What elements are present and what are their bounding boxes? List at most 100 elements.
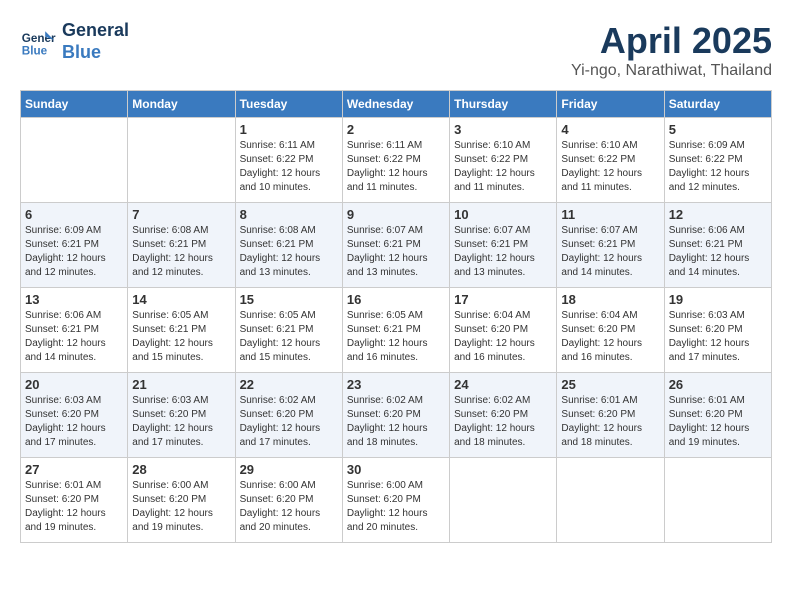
calendar-cell: 9 Sunrise: 6:07 AM Sunset: 6:21 PM Daylig…	[342, 203, 449, 288]
day-info: Sunrise: 6:03 AM Sunset: 6:20 PM Dayligh…	[25, 394, 123, 450]
calendar-cell: 26 Sunrise: 6:01 AM Sunset: 6:20 PM Dayli…	[664, 373, 771, 458]
day-number: 19	[669, 292, 767, 307]
day-number: 2	[347, 122, 445, 137]
calendar-cell	[450, 458, 557, 543]
calendar-cell: 23Sunrise: 6:02 AM Sunset: 6:20 PM Dayli…	[342, 373, 449, 458]
calendar-cell: 24Sunrise: 6:02 AM Sunset: 6:20 PM Dayli…	[450, 373, 557, 458]
location-title: Yi-ngo, Narathiwat, Thailand	[571, 62, 772, 80]
svg-text:Blue: Blue	[22, 44, 48, 57]
day-info: Sunrise: 6:02 AM Sunset: 6:20 PM Dayligh…	[240, 394, 338, 450]
calendar-cell: 5 Sunrise: 6:09 AM Sunset: 6:22 PM Daylig…	[664, 118, 771, 203]
day-number: 1	[240, 122, 338, 137]
calendar-cell: 2 Sunrise: 6:11 AM Sunset: 6:22 PM Daylig…	[342, 118, 449, 203]
day-info: Sunrise: 6:04 AM Sunset: 6:20 PM Dayligh…	[561, 309, 659, 365]
calendar-cell: 17 Sunrise: 6:04 AM Sunset: 6:20 PM Dayli…	[450, 288, 557, 373]
day-number: 13	[25, 292, 123, 307]
weekday-header-tuesday: Tuesday	[235, 91, 342, 118]
day-info: Sunrise: 6:11 AM Sunset: 6:22 PM Dayligh…	[347, 139, 445, 195]
weekday-header-friday: Friday	[557, 91, 664, 118]
calendar-cell: 25Sunrise: 6:01 AM Sunset: 6:20 PM Dayli…	[557, 373, 664, 458]
day-number: 29	[240, 462, 338, 477]
calendar-cell: 6 Sunrise: 6:09 AM Sunset: 6:21 PM Daylig…	[21, 203, 128, 288]
day-info: Sunrise: 6:03 AM Sunset: 6:20 PM Dayligh…	[669, 309, 767, 365]
calendar-cell	[128, 118, 235, 203]
calendar-cell: 7 Sunrise: 6:08 AM Sunset: 6:21 PM Daylig…	[128, 203, 235, 288]
day-info: Sunrise: 6:06 AM Sunset: 6:21 PM Dayligh…	[25, 309, 123, 365]
day-number: 4	[561, 122, 659, 137]
calendar-week-5: 27Sunrise: 6:01 AM Sunset: 6:20 PM Dayli…	[21, 458, 772, 543]
calendar-cell: 14Sunrise: 6:05 AM Sunset: 6:21 PM Dayli…	[128, 288, 235, 373]
day-number: 12	[669, 207, 767, 222]
day-info: Sunrise: 6:00 AM Sunset: 6:20 PM Dayligh…	[347, 479, 445, 535]
day-number: 6	[25, 207, 123, 222]
calendar-cell: 12 Sunrise: 6:06 AM Sunset: 6:21 PM Dayli…	[664, 203, 771, 288]
day-info: Sunrise: 6:05 AM Sunset: 6:21 PM Dayligh…	[240, 309, 338, 365]
logo: General Blue General Blue	[20, 20, 129, 63]
day-number: 28	[132, 462, 230, 477]
calendar-week-1: 1 Sunrise: 6:11 AM Sunset: 6:22 PM Daylig…	[21, 118, 772, 203]
day-number: 3	[454, 122, 552, 137]
calendar-cell: 30Sunrise: 6:00 AM Sunset: 6:20 PM Dayli…	[342, 458, 449, 543]
calendar-cell: 4 Sunrise: 6:10 AM Sunset: 6:22 PM Daylig…	[557, 118, 664, 203]
calendar-week-4: 20 Sunrise: 6:03 AM Sunset: 6:20 PM Dayli…	[21, 373, 772, 458]
calendar-cell: 1 Sunrise: 6:11 AM Sunset: 6:22 PM Daylig…	[235, 118, 342, 203]
day-info: Sunrise: 6:01 AM Sunset: 6:20 PM Dayligh…	[669, 394, 767, 450]
calendar-cell: 29 Sunrise: 6:00 AM Sunset: 6:20 PM Dayli…	[235, 458, 342, 543]
day-info: Sunrise: 6:03 AM Sunset: 6:20 PM Dayligh…	[132, 394, 230, 450]
day-number: 7	[132, 207, 230, 222]
day-info: Sunrise: 6:08 AM Sunset: 6:21 PM Dayligh…	[132, 224, 230, 280]
calendar-cell: 28 Sunrise: 6:00 AM Sunset: 6:20 PM Dayli…	[128, 458, 235, 543]
calendar-cell: 18 Sunrise: 6:04 AM Sunset: 6:20 PM Dayli…	[557, 288, 664, 373]
day-info: Sunrise: 6:07 AM Sunset: 6:21 PM Dayligh…	[454, 224, 552, 280]
day-info: Sunrise: 6:08 AM Sunset: 6:21 PM Dayligh…	[240, 224, 338, 280]
day-number: 9	[347, 207, 445, 222]
day-number: 21	[132, 377, 230, 392]
day-info: Sunrise: 6:04 AM Sunset: 6:20 PM Dayligh…	[454, 309, 552, 365]
day-info: Sunrise: 6:10 AM Sunset: 6:22 PM Dayligh…	[561, 139, 659, 195]
day-info: Sunrise: 6:05 AM Sunset: 6:21 PM Dayligh…	[132, 309, 230, 365]
calendar-cell: 11 Sunrise: 6:07 AM Sunset: 6:21 PM Dayli…	[557, 203, 664, 288]
day-info: Sunrise: 6:07 AM Sunset: 6:21 PM Dayligh…	[347, 224, 445, 280]
day-number: 11	[561, 207, 659, 222]
day-info: Sunrise: 6:05 AM Sunset: 6:21 PM Dayligh…	[347, 309, 445, 365]
weekday-header-monday: Monday	[128, 91, 235, 118]
calendar-week-2: 6 Sunrise: 6:09 AM Sunset: 6:21 PM Daylig…	[21, 203, 772, 288]
day-number: 8	[240, 207, 338, 222]
day-info: Sunrise: 6:09 AM Sunset: 6:22 PM Dayligh…	[669, 139, 767, 195]
month-title: April 2025	[571, 20, 772, 62]
day-info: Sunrise: 6:00 AM Sunset: 6:20 PM Dayligh…	[240, 479, 338, 535]
day-number: 24	[454, 377, 552, 392]
day-number: 5	[669, 122, 767, 137]
day-number: 15	[240, 292, 338, 307]
day-info: Sunrise: 6:11 AM Sunset: 6:22 PM Dayligh…	[240, 139, 338, 195]
day-info: Sunrise: 6:09 AM Sunset: 6:21 PM Dayligh…	[25, 224, 123, 280]
day-number: 26	[669, 377, 767, 392]
day-number: 16	[347, 292, 445, 307]
calendar-cell: 22 Sunrise: 6:02 AM Sunset: 6:20 PM Dayli…	[235, 373, 342, 458]
day-number: 20	[25, 377, 123, 392]
calendar-header: SundayMondayTuesdayWednesdayThursdayFrid…	[21, 91, 772, 118]
day-number: 25	[561, 377, 659, 392]
day-number: 10	[454, 207, 552, 222]
weekday-header-wednesday: Wednesday	[342, 91, 449, 118]
day-number: 17	[454, 292, 552, 307]
title-block: April 2025 Yi-ngo, Narathiwat, Thailand	[571, 20, 772, 80]
day-number: 27	[25, 462, 123, 477]
weekday-header-saturday: Saturday	[664, 91, 771, 118]
calendar-cell	[557, 458, 664, 543]
day-info: Sunrise: 6:00 AM Sunset: 6:20 PM Dayligh…	[132, 479, 230, 535]
day-number: 18	[561, 292, 659, 307]
calendar-cell: 15 Sunrise: 6:05 AM Sunset: 6:21 PM Dayli…	[235, 288, 342, 373]
calendar-cell: 19 Sunrise: 6:03 AM Sunset: 6:20 PM Dayli…	[664, 288, 771, 373]
day-info: Sunrise: 6:07 AM Sunset: 6:21 PM Dayligh…	[561, 224, 659, 280]
calendar-cell	[664, 458, 771, 543]
day-info: Sunrise: 6:02 AM Sunset: 6:20 PM Dayligh…	[347, 394, 445, 450]
day-info: Sunrise: 6:06 AM Sunset: 6:21 PM Dayligh…	[669, 224, 767, 280]
calendar-cell: 20 Sunrise: 6:03 AM Sunset: 6:20 PM Dayli…	[21, 373, 128, 458]
logo-text-line1: General	[62, 20, 129, 42]
calendar-cell	[21, 118, 128, 203]
day-number: 22	[240, 377, 338, 392]
calendar-cell: 10 Sunrise: 6:07 AM Sunset: 6:21 PM Dayli…	[450, 203, 557, 288]
calendar-cell: 16 Sunrise: 6:05 AM Sunset: 6:21 PM Dayli…	[342, 288, 449, 373]
weekday-header-sunday: Sunday	[21, 91, 128, 118]
